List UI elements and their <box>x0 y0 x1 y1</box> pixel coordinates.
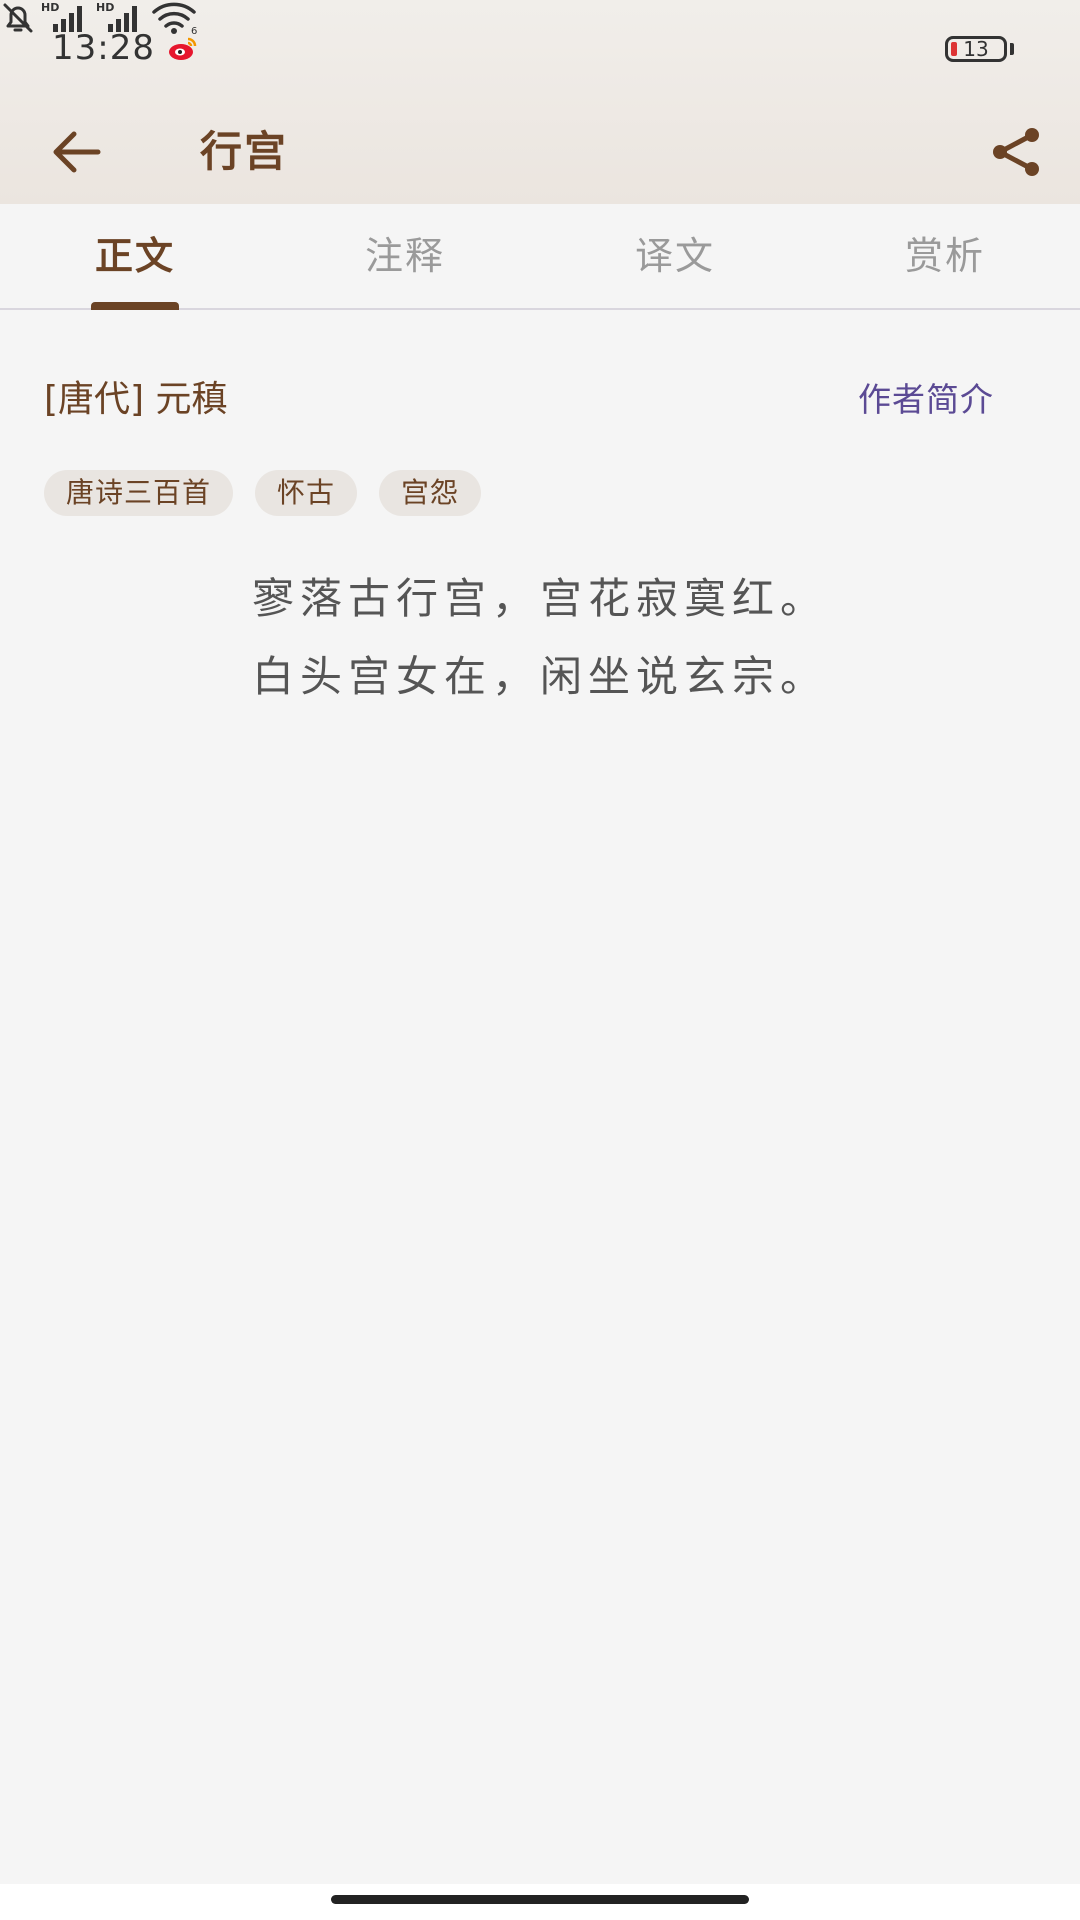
battery-icon: 13 <box>945 36 1007 62</box>
tab-translation[interactable]: 译文 <box>540 204 810 308</box>
status-time: 13:28 <box>52 28 155 68</box>
page-title: 行宫 <box>200 127 289 176</box>
battery-level: 13 <box>963 37 989 61</box>
tag-chip[interactable]: 宫怨 <box>379 470 482 516</box>
battery-cap <box>1010 43 1014 55</box>
tag-chip[interactable]: 怀古 <box>255 470 358 516</box>
back-button[interactable] <box>40 120 112 184</box>
tab-appreciation[interactable]: 赏析 <box>810 204 1080 308</box>
bell-off-icon <box>3 3 33 33</box>
app-bar: 行宫 <box>0 100 1080 204</box>
poem-line: 白头宫女在，闲坐说玄宗。 <box>251 652 828 701</box>
author-intro-link[interactable]: 作者简介 <box>858 370 994 430</box>
tab-annotations[interactable]: 注释 <box>270 204 540 308</box>
tab-indicator <box>91 302 179 310</box>
arrow-left-icon <box>53 131 101 173</box>
tag-chip[interactable]: 唐诗三百首 <box>44 470 234 516</box>
weibo-icon <box>169 37 197 60</box>
share-button[interactable] <box>980 116 1052 188</box>
svg-text:6: 6 <box>191 26 197 36</box>
poem-body: 寥落古行宫，宫花寂寞红。 白头宫女在，闲坐说玄宗。 <box>0 560 1080 716</box>
share-icon <box>993 128 1039 176</box>
status-bar: 13:28 HD HD 6 13 <box>0 0 1080 96</box>
tab-main-text[interactable]: 正文 <box>0 204 270 308</box>
tag-list: 唐诗三百首 怀古 宫怨 <box>44 470 482 518</box>
tab-bar: 正文 注释 译文 赏析 <box>0 204 1080 310</box>
wifi-icon: 6 <box>152 2 198 37</box>
home-indicator[interactable] <box>331 1895 749 1904</box>
meta-row: [唐代] 元稹 作者简介 <box>44 370 1036 430</box>
svg-text:HD: HD <box>41 1 59 14</box>
svg-text:HD: HD <box>96 1 114 14</box>
header: 13:28 HD HD 6 13 行宫 <box>0 0 1080 204</box>
dynasty-author: [唐代] 元稹 <box>44 379 228 420</box>
poem-line: 寥落古行宫，宫花寂寞红。 <box>251 574 828 623</box>
